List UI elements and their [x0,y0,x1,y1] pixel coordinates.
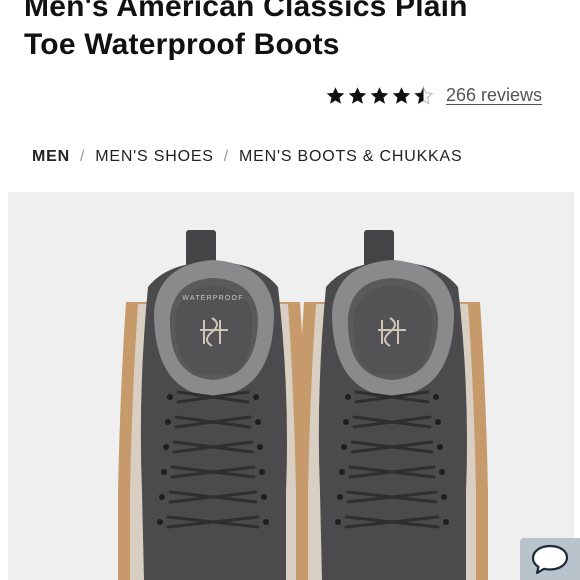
reviews-link[interactable]: 266 reviews [446,85,542,106]
rating: 266 reviews [325,82,542,108]
star-full-icon [348,86,367,104]
breadcrumb: MEN / MEN'S SHOES / MEN'S BOOTS & CHUKKA… [32,148,462,166]
breadcrumb-separator: / [79,148,86,165]
breadcrumb-item-mens-shoes[interactable]: MEN'S SHOES [95,148,214,166]
star-rating [325,85,434,106]
star-full-icon [392,86,411,104]
product-title-line-1: Men's American Classics Plain [24,0,468,23]
chat-button[interactable] [520,538,580,580]
product-image[interactable]: WATERPROOF [8,192,574,580]
waterproof-text: WATERPROOF [182,295,243,302]
star-full-icon [326,86,345,104]
boots-illustration: WATERPROOF [8,192,574,580]
star-full-icon [370,86,389,104]
star-half-icon [413,85,434,105]
breadcrumb-separator: / [223,148,230,165]
chat-bubble-icon [531,544,569,575]
product-title-line-2: Toe Waterproof Boots [24,28,340,61]
breadcrumb-item-men[interactable]: MEN [32,148,70,166]
product-title: Men's American Classics Plain Toe Waterp… [24,0,564,64]
breadcrumb-item-mens-boots-chukkas[interactable]: MEN'S BOOTS & CHUKKAS [239,148,462,166]
